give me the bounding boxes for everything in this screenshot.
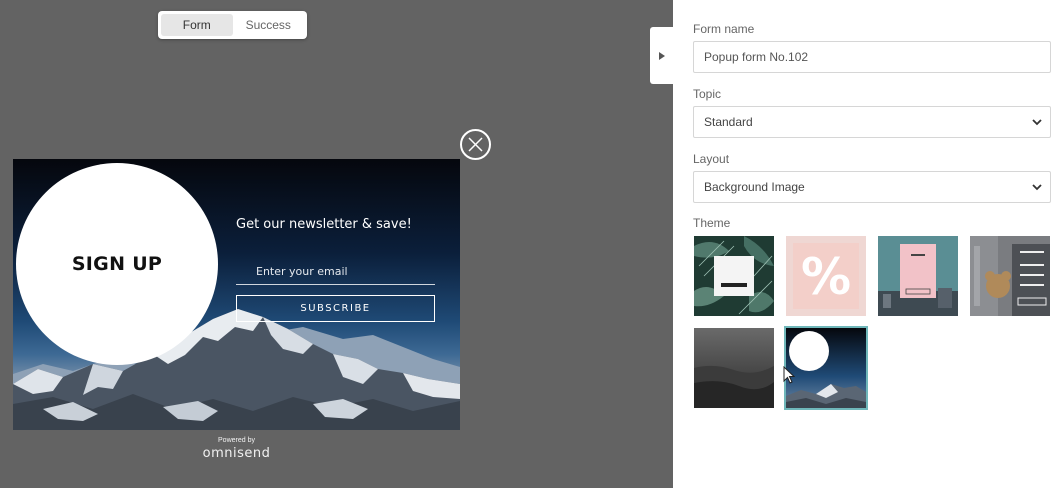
theme-percent[interactable]: % [786, 236, 866, 316]
dark-sea-theme-thumbnail [694, 328, 774, 408]
chevron-down-icon [1032, 183, 1042, 190]
percent-theme-thumbnail: % [786, 236, 866, 316]
theme-mountain-circle[interactable] [784, 326, 868, 410]
form-tab[interactable]: Form [161, 14, 233, 36]
signup-text: SIGN UP [71, 253, 163, 275]
leaf-theme-thumbnail [694, 236, 774, 316]
layout-label: Layout [693, 152, 730, 166]
collapse-panel-button[interactable] [650, 27, 673, 84]
settings-panel: Form name Topic Standard Layout Backgrou… [673, 0, 1058, 488]
topic-select[interactable]: Standard [693, 106, 1051, 138]
popup-form-preview: SIGN UP Get our newsletter & save! SUBSC… [13, 159, 460, 430]
signup-circle: SIGN UP [16, 163, 218, 365]
topic-value: Standard [704, 115, 753, 129]
form-name-input[interactable] [693, 41, 1051, 73]
layout-value: Background Image [704, 180, 805, 194]
theme-pink-card[interactable] [878, 236, 958, 316]
powered-by-text: Powered by [218, 437, 255, 444]
theme-label: Theme [693, 216, 731, 230]
mouse-cursor-icon [783, 366, 795, 384]
preview-canvas: Form Success SIGN UP Get our newsletter … [0, 0, 673, 488]
close-popup-button[interactable] [460, 129, 491, 160]
pink-card-theme-thumbnail [878, 236, 958, 316]
subscribe-button[interactable]: SUBSCRIBE [236, 295, 435, 322]
bear-theme-thumbnail [970, 236, 1050, 316]
layout-select[interactable]: Background Image [693, 171, 1051, 203]
view-toggle: Form Success [158, 11, 307, 39]
topic-label: Topic [693, 87, 722, 101]
success-tab[interactable]: Success [233, 14, 305, 36]
theme-bear[interactable] [970, 236, 1050, 316]
omnisend-logo[interactable]: omnisend [0, 446, 473, 461]
chevron-right-icon [658, 51, 665, 60]
theme-leaf[interactable] [694, 236, 774, 316]
svg-text:%: % [801, 248, 851, 306]
email-input[interactable] [236, 259, 435, 285]
close-icon [468, 137, 483, 152]
form-name-label: Form name [693, 22, 755, 36]
newsletter-heading: Get our newsletter & save! [236, 217, 412, 232]
mountain-circle-theme-thumbnail [786, 328, 866, 408]
theme-dark-sea[interactable] [694, 328, 774, 408]
chevron-down-icon [1032, 118, 1042, 125]
